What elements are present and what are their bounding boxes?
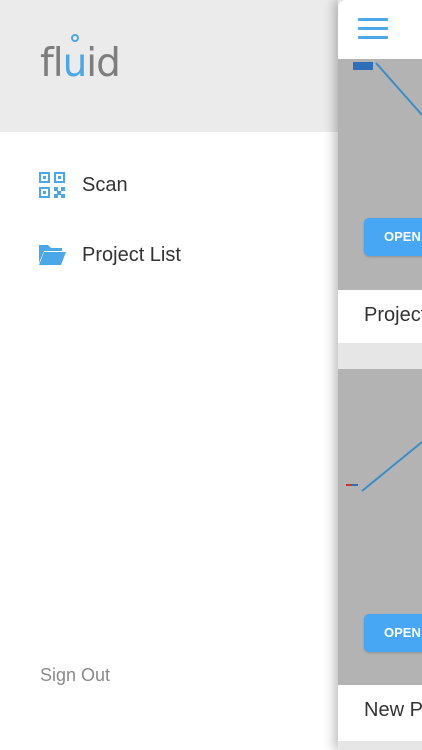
- hamburger-menu-icon[interactable]: [358, 18, 388, 40]
- logo-text-start: fl: [40, 41, 64, 86]
- bottom-spacer: [338, 741, 422, 750]
- app-bar: [338, 0, 422, 59]
- project-title: New P: [364, 699, 422, 721]
- menu-item-scan[interactable]: Scan: [0, 160, 338, 210]
- menu-item-label: Project List: [82, 243, 181, 266]
- project-card[interactable]: OPEN Project: [338, 59, 422, 343]
- logo-text-end: id: [86, 41, 121, 86]
- app-logo: flu id: [40, 34, 121, 86]
- open-project-button[interactable]: OPEN: [364, 614, 422, 652]
- logo-text-accent: u: [63, 34, 87, 86]
- main-content: OPEN Project OPEN New P: [338, 0, 422, 750]
- project-title: Project: [364, 304, 422, 326]
- menu-item-project-list[interactable]: Project List: [0, 230, 338, 280]
- folder-open-icon: [38, 241, 66, 269]
- menu-item-label: Scan: [82, 173, 128, 196]
- card-separator: [338, 343, 422, 369]
- drawer-header: flu id: [0, 0, 338, 132]
- open-project-button[interactable]: OPEN: [364, 218, 422, 256]
- qr-code-icon: [38, 171, 66, 199]
- sign-out-link[interactable]: Sign Out: [40, 665, 110, 686]
- project-card[interactable]: OPEN New P: [338, 369, 422, 741]
- navigation-drawer: flu id Scan Project List Sign Out: [0, 0, 338, 750]
- app-window: flu id Scan Project List Sign Out OPEN P…: [0, 0, 422, 750]
